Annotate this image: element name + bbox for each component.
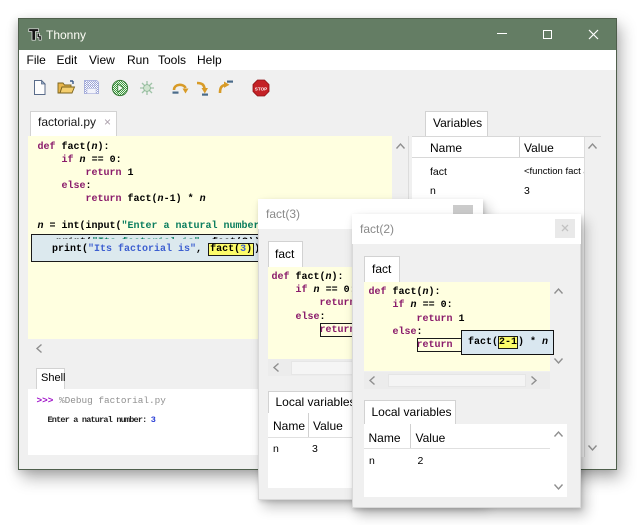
svg-text:STOP: STOP [255, 86, 267, 91]
